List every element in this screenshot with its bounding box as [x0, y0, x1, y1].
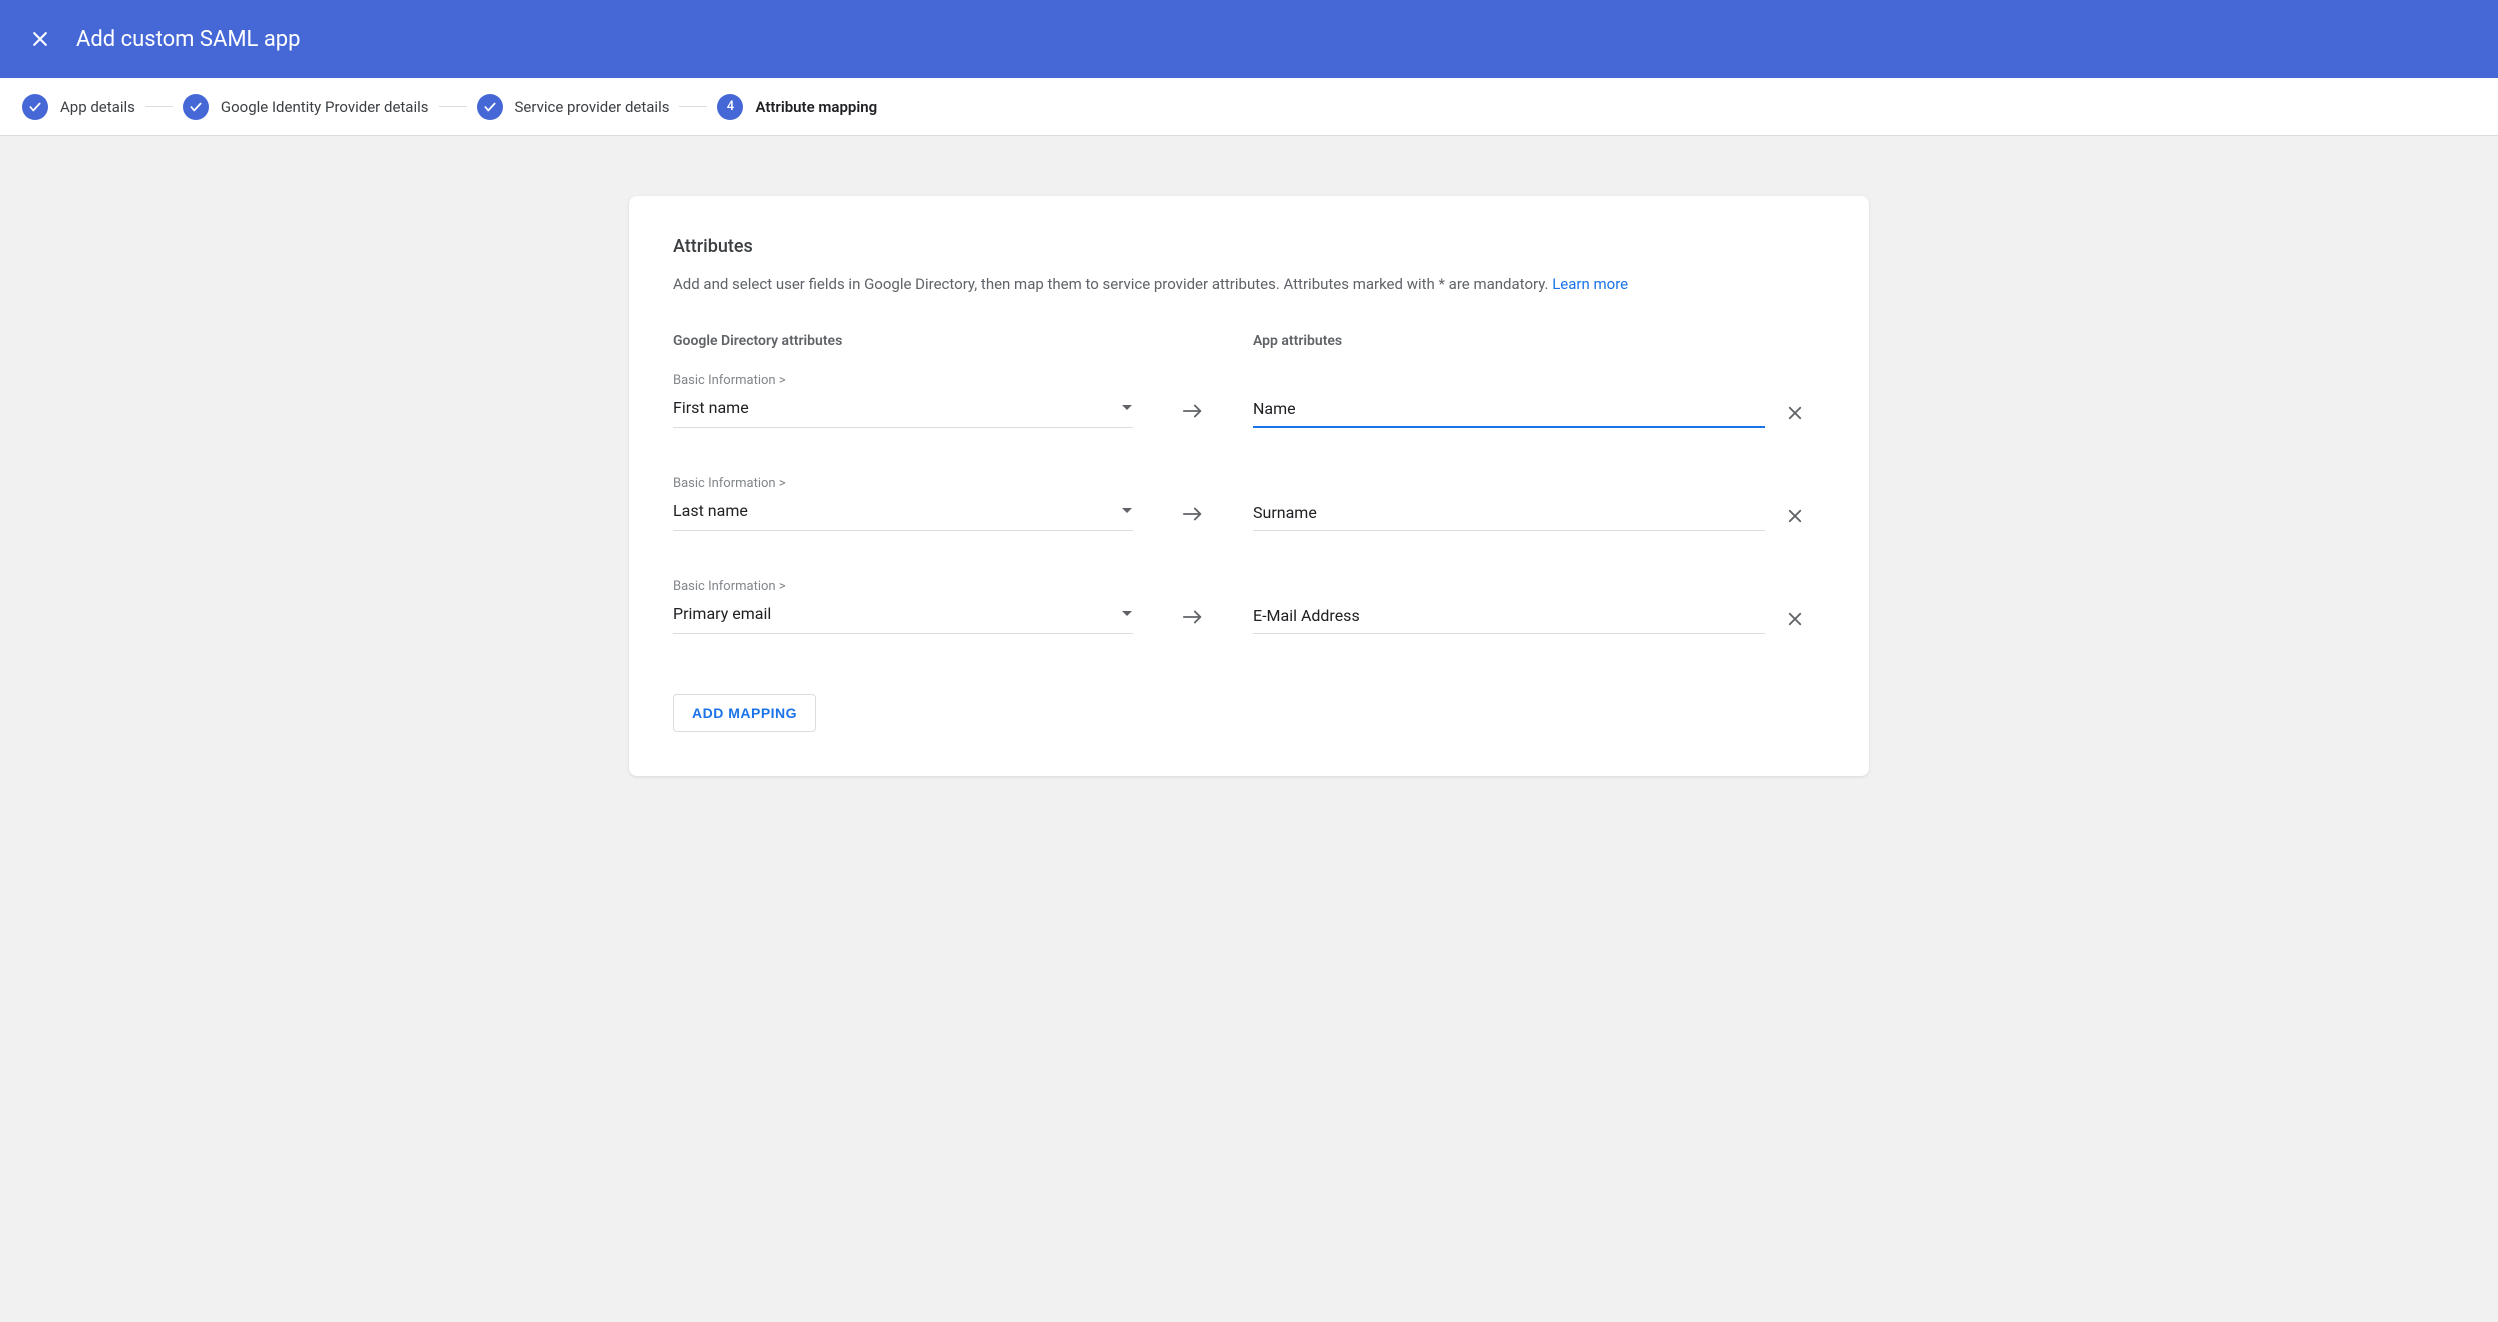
attr-category: Basic Information > [673, 476, 1133, 491]
mapping-row: Basic Information > First name [673, 373, 1825, 428]
arrow-icon [1133, 404, 1253, 428]
attr-category: Basic Information > [673, 579, 1133, 594]
page-header: Add custom SAML app [0, 0, 2498, 78]
card-description-text: Add and select user fields in Google Dir… [673, 275, 1552, 293]
remove-row-icon[interactable] [1765, 404, 1825, 428]
dropdown-icon [1121, 404, 1133, 412]
close-icon[interactable] [28, 27, 52, 51]
card-title: Attributes [673, 236, 1825, 257]
google-attr-select[interactable]: Basic Information > Primary email [673, 579, 1133, 634]
add-mapping-button[interactable]: ADD MAPPING [673, 694, 816, 732]
step-separator [439, 106, 467, 107]
step-number-icon: 4 [717, 94, 743, 120]
google-attr-select[interactable]: Basic Information > Last name [673, 476, 1133, 531]
step-attr-mapping[interactable]: 4 Attribute mapping [717, 94, 877, 120]
app-attr-input[interactable] [1253, 499, 1765, 531]
stepper: App details Google Identity Provider det… [0, 78, 2498, 136]
check-icon [183, 94, 209, 120]
remove-row-icon[interactable] [1765, 507, 1825, 531]
attr-value: Primary email [673, 604, 771, 623]
google-attr-select[interactable]: Basic Information > First name [673, 373, 1133, 428]
mapping-rows: Basic Information > First name [673, 373, 1825, 634]
attr-value: Last name [673, 501, 748, 520]
attr-category: Basic Information > [673, 373, 1133, 388]
step-label: App details [60, 98, 135, 116]
step-label: Attribute mapping [755, 98, 877, 116]
check-icon [22, 94, 48, 120]
learn-more-link[interactable]: Learn more [1552, 275, 1628, 293]
remove-row-icon[interactable] [1765, 610, 1825, 634]
main-area: Attributes Add and select user fields in… [0, 136, 2498, 836]
step-app-details[interactable]: App details [22, 94, 135, 120]
app-attr-input[interactable] [1253, 602, 1765, 634]
step-label: Service provider details [515, 98, 670, 116]
dropdown-icon [1121, 507, 1133, 515]
google-attr-header: Google Directory attributes [673, 333, 1133, 349]
check-icon [477, 94, 503, 120]
app-attr-input[interactable] [1253, 395, 1765, 428]
arrow-icon [1133, 610, 1253, 634]
mapping-row: Basic Information > Last name [673, 476, 1825, 531]
arrow-icon [1133, 507, 1253, 531]
column-headers: Google Directory attributes App attribut… [673, 333, 1825, 373]
step-label: Google Identity Provider details [221, 98, 429, 116]
attr-value: First name [673, 398, 749, 417]
step-sp-details[interactable]: Service provider details [477, 94, 670, 120]
card-description: Add and select user fields in Google Dir… [673, 275, 1825, 293]
step-idp-details[interactable]: Google Identity Provider details [183, 94, 429, 120]
step-separator [145, 106, 173, 107]
mapping-row: Basic Information > Primary email [673, 579, 1825, 634]
app-attr-header: App attributes [1253, 333, 1765, 349]
step-separator [679, 106, 707, 107]
dropdown-icon [1121, 610, 1133, 618]
attributes-card: Attributes Add and select user fields in… [629, 196, 1869, 776]
page-title: Add custom SAML app [76, 27, 301, 52]
